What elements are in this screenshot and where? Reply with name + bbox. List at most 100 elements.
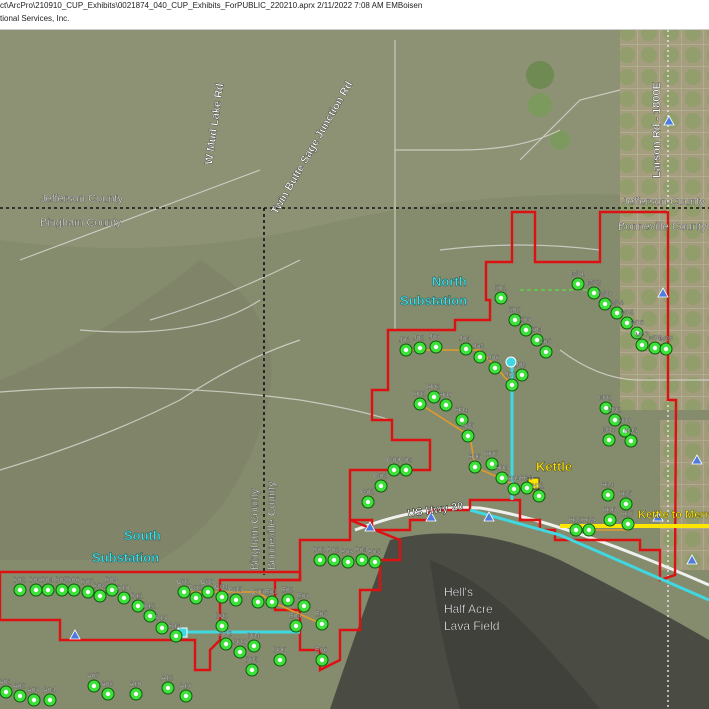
turbine-h16[interactable]: H16 [603,507,617,527]
turbine-center-dot [623,501,629,507]
turbine-p04[interactable]: P04 [355,547,369,567]
turbine-g01[interactable]: G01 [361,489,375,509]
turbine-j02[interactable]: J02 [413,335,427,355]
turbine-e02[interactable]: E02 [281,587,295,607]
turbine-h13[interactable]: H13 [582,517,596,537]
turbine-d06[interactable]: D06 [273,647,287,667]
turbine-label: J07 [505,372,516,379]
turbine-h14[interactable]: H14 [601,482,615,502]
turbine-n04[interactable]: N04 [602,427,616,447]
turbine-j01[interactable]: J01 [399,337,413,357]
turbine-h03[interactable]: H03 [439,392,453,412]
turbine-e01[interactable]: E01 [265,589,279,609]
turbine-e05[interactable]: E05 [315,611,329,631]
turbine-center-dot [591,290,597,296]
turbine-label: H03 [439,392,452,399]
turbine-p01[interactable]: P01 [313,547,327,567]
credit-text: tional Services, Inc. [0,14,70,23]
turbine-h06[interactable]: H06 [468,454,482,474]
turbine-c06[interactable]: C06 [251,589,265,609]
turbine-label: H10 [520,475,533,482]
turbine-h15[interactable]: H15 [619,491,633,511]
turbine-a04[interactable]: A04 [43,687,57,707]
turbine-j06[interactable]: J06 [488,355,502,375]
turbine-m07[interactable]: M07 [635,332,649,352]
turbine-label: A12 [161,675,174,682]
file-path-text: ct\ArcPro\210910_CUP_Exhibits\0021874_04… [0,1,423,10]
turbine-center-dot [606,437,612,443]
turbine-center-dot [193,595,199,601]
turbine-k05[interactable]: K05 [539,339,553,359]
turbine-label: B13 [155,615,168,622]
turbine-d03[interactable]: D03 [233,639,247,659]
map-canvas[interactable]: K01M01M02M03M04M05M06M07 M08M09K02K03K04K… [0,30,709,709]
turbine-a02[interactable]: A02 [13,683,27,703]
turbine-a01[interactable]: A01 [0,679,13,699]
turbine-e03[interactable]: E03 [297,593,311,613]
turbine-h09[interactable]: H09 [507,476,521,496]
turbine-b02[interactable]: B02 [13,577,27,597]
turbine-d04[interactable]: D04 [247,633,261,653]
turbine-center-dot [465,433,471,439]
turbine-p03[interactable]: P03 [341,549,355,569]
turbine-center-dot [492,365,498,371]
turbine-m01[interactable]: M01 [571,271,585,291]
turbine-p05[interactable]: P05 [368,549,382,569]
turbine-c04[interactable]: C04 [215,584,229,604]
turbine-center-dot [365,499,371,505]
turbine-n05[interactable]: N05 [624,428,638,448]
turbine-label: D01 [215,613,228,620]
turbine-a08[interactable]: A08 [101,681,115,701]
turbine-label: B12 [143,603,156,610]
turbine-d05[interactable]: D05 [245,657,259,677]
turbine-label: H15 [619,491,632,498]
turbine-j03[interactable]: J03 [429,334,443,354]
turbine-h17[interactable]: H17 [621,511,635,531]
turbine-g02[interactable]: G02 [374,473,388,493]
turbine-center-dot [463,346,469,352]
turbine-p02[interactable]: P02 [327,547,341,567]
turbine-b10[interactable]: B10 [117,585,131,605]
turbine-h11[interactable]: H11 [532,483,546,503]
turbine-j05[interactable]: J05 [473,344,487,364]
turbine-e04[interactable]: E04 [289,613,303,633]
turbine-h01[interactable]: H01 [413,391,427,411]
turbine-center-dot [511,486,517,492]
turbine-b08[interactable]: B08 [93,583,107,603]
turbine-e06[interactable]: E06 [315,647,329,667]
turbine-b14[interactable]: B14 [169,623,183,643]
turbine-a03[interactable]: A03 [27,687,41,707]
turbine-center-dot [109,587,115,593]
turbine-h12[interactable]: H12 [569,517,583,537]
turbine-center-dot [391,467,397,473]
turbine-label: B03 [29,577,42,584]
turbine-k01[interactable]: K01 [494,285,508,305]
turbine-j08[interactable]: J08 [515,362,529,382]
turbine-g04[interactable]: G04 [399,457,413,477]
turbine-c05[interactable]: C05 [229,587,243,607]
turbine-a12[interactable]: A12 [161,675,175,695]
turbine-label: J06 [488,355,499,362]
turbine-center-dot [33,587,39,593]
turbine-a07[interactable]: A07 [87,673,101,693]
turbine-label: H08 [495,465,508,472]
turbine-label: M06 [630,320,644,327]
turbine-c02[interactable]: C02 [189,585,203,605]
turbine-b06[interactable]: B06 [67,577,81,597]
turbine-d01[interactable]: D01 [215,613,229,633]
turbine-d02[interactable]: D02 [219,631,233,651]
map-view[interactable]: K01 M01 M02 M03 M04 M05 M06 M07 M08 M09 K02 K03 K04 K… [0,30,709,709]
turbine-j04[interactable]: J04 [459,336,473,356]
turbine-center-dot [183,693,189,699]
turbine-center-dot [489,461,495,467]
turbine-b04[interactable]: B04 [41,577,55,597]
turbine-a13[interactable]: A13 [179,683,193,703]
turbine-label: P03 [341,549,354,556]
turbine-center-dot [378,483,384,489]
turbine-center-dot [523,327,529,333]
turbine-c03[interactable]: C03 [201,579,215,599]
turbine-h05[interactable]: H05 [461,423,475,443]
turbine-a10[interactable]: A10 [129,681,143,701]
turbine-m09[interactable]: M09 [659,336,673,356]
turbine-b13[interactable]: B13 [155,615,169,635]
